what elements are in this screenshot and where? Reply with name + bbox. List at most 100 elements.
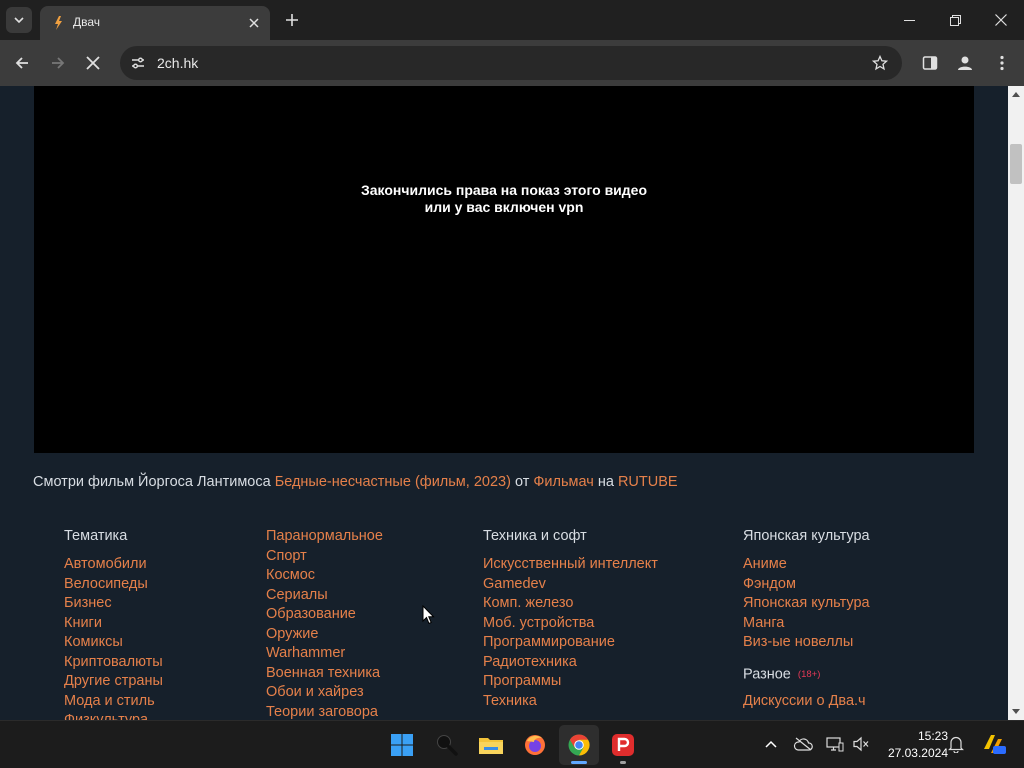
board-link[interactable]: Комиксы <box>64 633 163 653</box>
board-link[interactable]: Мода и стиль <box>64 692 163 712</box>
user-icon <box>958 56 972 70</box>
board-link[interactable]: Моб. устройства <box>483 614 658 634</box>
board-link[interactable]: Велосипеды <box>64 575 163 595</box>
board-column-topics-continued: Паранормальное Спорт Космос Сериалы Образова… <box>266 527 383 720</box>
close-window-button[interactable] <box>978 0 1024 40</box>
chrome-button[interactable] <box>559 725 599 765</box>
start-button[interactable] <box>382 725 422 765</box>
channel-link[interactable]: Фильмач <box>533 474 593 490</box>
scrollbar-thumb[interactable] <box>1010 144 1022 184</box>
board-link[interactable]: Комп. железо <box>483 594 658 614</box>
mouse-cursor-icon <box>422 605 435 625</box>
profile-button[interactable] <box>953 51 977 75</box>
board-list: Искусственный интеллект Gamedev Комп. желе… <box>483 555 658 711</box>
restore-icon <box>949 14 961 26</box>
side-panel-button[interactable] <box>918 51 942 75</box>
board-link[interactable]: Образование <box>266 605 383 625</box>
board-list: Автомобили Велосипеды Бизнес Книги Комиксы Кр… <box>64 555 163 720</box>
volume-tray[interactable] <box>850 733 872 755</box>
board-link[interactable]: Спорт <box>266 547 383 567</box>
board-link[interactable]: Аниме <box>743 555 870 575</box>
side-panel-icon <box>922 56 938 70</box>
active-indicator <box>571 761 587 764</box>
restore-button[interactable] <box>932 0 978 40</box>
board-link[interactable]: Виз-ые новеллы <box>743 633 870 653</box>
board-link[interactable]: Космос <box>266 566 383 586</box>
clock-time: 15:23 <box>917 729 948 743</box>
board-link[interactable]: Манга <box>743 614 870 634</box>
board-list: Паранормальное Спорт Космос Сериалы Образова… <box>266 527 383 720</box>
minimize-button[interactable] <box>886 0 932 40</box>
show-hidden-icons-button[interactable] <box>760 733 782 755</box>
page-scrollbar[interactable] <box>1008 86 1024 720</box>
board-link[interactable]: Автомобили <box>64 555 163 575</box>
board-column-japanese: Японская культура Аниме Фэндом Японская ку… <box>743 527 870 711</box>
tab-title: Двач <box>73 15 101 29</box>
board-link[interactable]: Военная техника <box>266 664 383 684</box>
board-link[interactable]: Криптовалюты <box>64 653 163 673</box>
psiphon-button[interactable] <box>603 725 643 765</box>
minimize-icon <box>903 19 915 21</box>
board-link[interactable]: Радиотехника <box>483 653 658 673</box>
chrome-icon <box>568 734 590 756</box>
board-link[interactable]: Бизнес <box>64 594 163 614</box>
file-explorer-button[interactable] <box>471 725 511 765</box>
board-link[interactable]: Паранормальное <box>266 527 383 547</box>
caption-text: от <box>514 474 530 490</box>
board-link[interactable]: Теории заговора <box>266 703 383 721</box>
address-bar[interactable]: 2ch.hk <box>120 46 902 80</box>
board-list: Аниме Фэндом Японская культура Манга Виз-ые … <box>743 555 870 653</box>
close-icon <box>995 14 1007 26</box>
close-icon <box>86 56 100 70</box>
board-link[interactable]: Книги <box>64 614 163 634</box>
copilot-pre-icon <box>984 735 1006 754</box>
back-button[interactable] <box>10 51 34 75</box>
copilot-button[interactable] <box>980 731 1006 757</box>
board-link[interactable]: Японская культура <box>743 594 870 614</box>
scroll-up-button[interactable] <box>1008 86 1024 103</box>
board-link[interactable]: Техника <box>483 692 658 712</box>
search-button[interactable] <box>427 725 467 765</box>
board-link[interactable]: Фэндом <box>743 575 870 595</box>
video-message-line: Закончились права на показ этого видео <box>360 182 648 198</box>
windows-logo-icon <box>391 734 413 756</box>
more-vertical-icon <box>1000 55 1004 71</box>
bookmark-button[interactable] <box>870 53 890 73</box>
video-player[interactable]: Закончились права на показ этого видео и… <box>34 86 974 453</box>
plus-icon <box>286 14 298 26</box>
misc-heading: Разное (18+) <box>743 665 870 684</box>
board-link[interactable]: Программирование <box>483 633 658 653</box>
onedrive-tray[interactable] <box>792 733 814 755</box>
board-link[interactable]: Оружие <box>266 625 383 645</box>
scroll-down-button[interactable] <box>1008 703 1024 720</box>
board-link[interactable]: Gamedev <box>483 575 658 595</box>
url-text: 2ch.hk <box>157 55 199 71</box>
board-link[interactable]: Обои и хайрез <box>266 683 383 703</box>
network-tray[interactable] <box>824 733 846 755</box>
browser-tab[interactable]: Двач <box>40 6 270 40</box>
tab-close-button[interactable] <box>244 13 264 33</box>
chevron-down-icon <box>14 17 24 24</box>
board-link[interactable]: Физкультура <box>64 711 163 720</box>
forward-button[interactable] <box>46 51 70 75</box>
new-tab-button[interactable] <box>282 10 302 30</box>
rutube-link[interactable]: RUTUBE <box>618 474 678 490</box>
system-clock[interactable]: 15:23 27.03.2024 <box>876 728 948 762</box>
stop-loading-button[interactable] <box>81 51 105 75</box>
board-link[interactable]: Другие страны <box>64 672 163 692</box>
search-icon <box>437 735 458 756</box>
board-link[interactable]: Дискуссии о Два.ч <box>743 692 870 712</box>
film-link[interactable]: Бедные-несчастные (фильм, 2023) <box>275 474 511 490</box>
menu-button[interactable] <box>990 51 1014 75</box>
tune-icon <box>132 57 144 69</box>
firefox-button[interactable] <box>515 725 555 765</box>
board-link[interactable]: Сериалы <box>266 586 383 606</box>
board-link[interactable]: Программы <box>483 672 658 692</box>
misc-heading-label: Разное <box>743 665 791 682</box>
site-info-button[interactable] <box>128 53 148 73</box>
board-link[interactable]: Warhammer <box>266 644 383 664</box>
board-link[interactable]: Искусственный интеллект <box>483 555 658 575</box>
tab-search-button[interactable] <box>6 7 32 33</box>
board-column-tech: Техника и софт Искусственный интеллект Ga… <box>483 527 658 711</box>
notifications-button[interactable] <box>945 733 967 755</box>
